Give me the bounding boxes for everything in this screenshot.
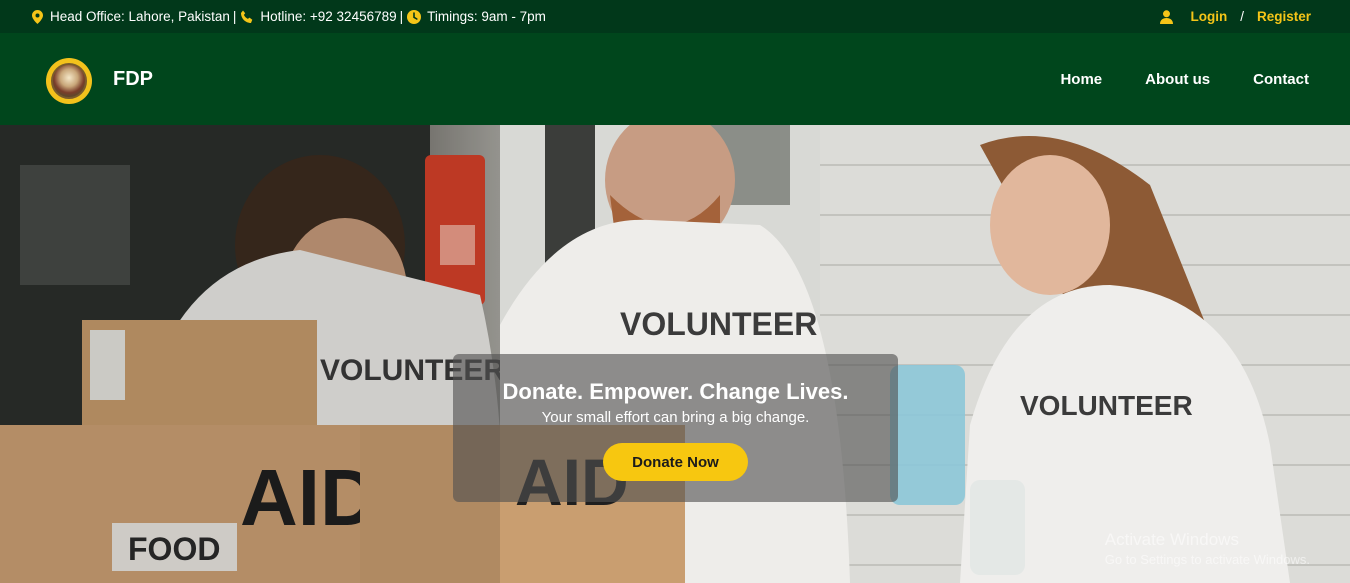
login-link[interactable]: Login (1190, 9, 1227, 24)
main-navbar: FDP Home About us Contact (0, 33, 1350, 125)
phone-icon (240, 10, 254, 24)
separator: | (232, 9, 237, 24)
separator: | (399, 9, 404, 24)
hotline-text: Hotline: +92 32456789 (260, 9, 397, 24)
donate-now-button[interactable]: Donate Now (603, 443, 748, 481)
nav-menu: Home About us Contact (1017, 33, 1309, 125)
site-logo[interactable] (46, 58, 92, 104)
shirt-text-center: VOLUNTEER (620, 306, 817, 342)
watermark-subtitle: Go to Settings to activate Windows. (1104, 552, 1310, 567)
user-icon (1160, 9, 1174, 24)
hero-headline: Donate. Empower. Change Lives. (502, 379, 849, 404)
auth-separator: / (1240, 9, 1244, 24)
nav-home[interactable]: Home (1060, 71, 1102, 88)
activate-windows-watermark: Activate Windows Go to Settings to activ… (1105, 530, 1310, 567)
register-link[interactable]: Register (1257, 9, 1311, 24)
timings-text: Timings: 9am - 7pm (427, 9, 546, 24)
watermark-title: Activate Windows (1104, 530, 1239, 549)
brand-name[interactable]: FDP (113, 68, 153, 91)
nav-about-us[interactable]: About us (1145, 71, 1210, 88)
clock-icon (407, 9, 422, 24)
location-pin-icon (30, 9, 44, 24)
hero-cta-card: Donate. Empower. Change Lives. Your smal… (453, 354, 898, 502)
hero-subtext: Your small effort can bring a big change… (541, 409, 810, 426)
shirt-text-right: VOLUNTEER (1020, 390, 1193, 421)
logo-emblem-icon (51, 63, 87, 99)
contact-info: Head Office: Lahore, Pakistan | Hotline:… (30, 0, 546, 33)
auth-links: Login / Register (1160, 0, 1311, 33)
head-office-text: Head Office: Lahore, Pakistan (50, 9, 230, 24)
nav-contact[interactable]: Contact (1253, 71, 1309, 88)
hero-banner: VOLUNTEER VOLUNTEER VOLUNTEER AID FOOD A… (0, 125, 1350, 583)
top-info-bar: Head Office: Lahore, Pakistan | Hotline:… (0, 0, 1350, 33)
